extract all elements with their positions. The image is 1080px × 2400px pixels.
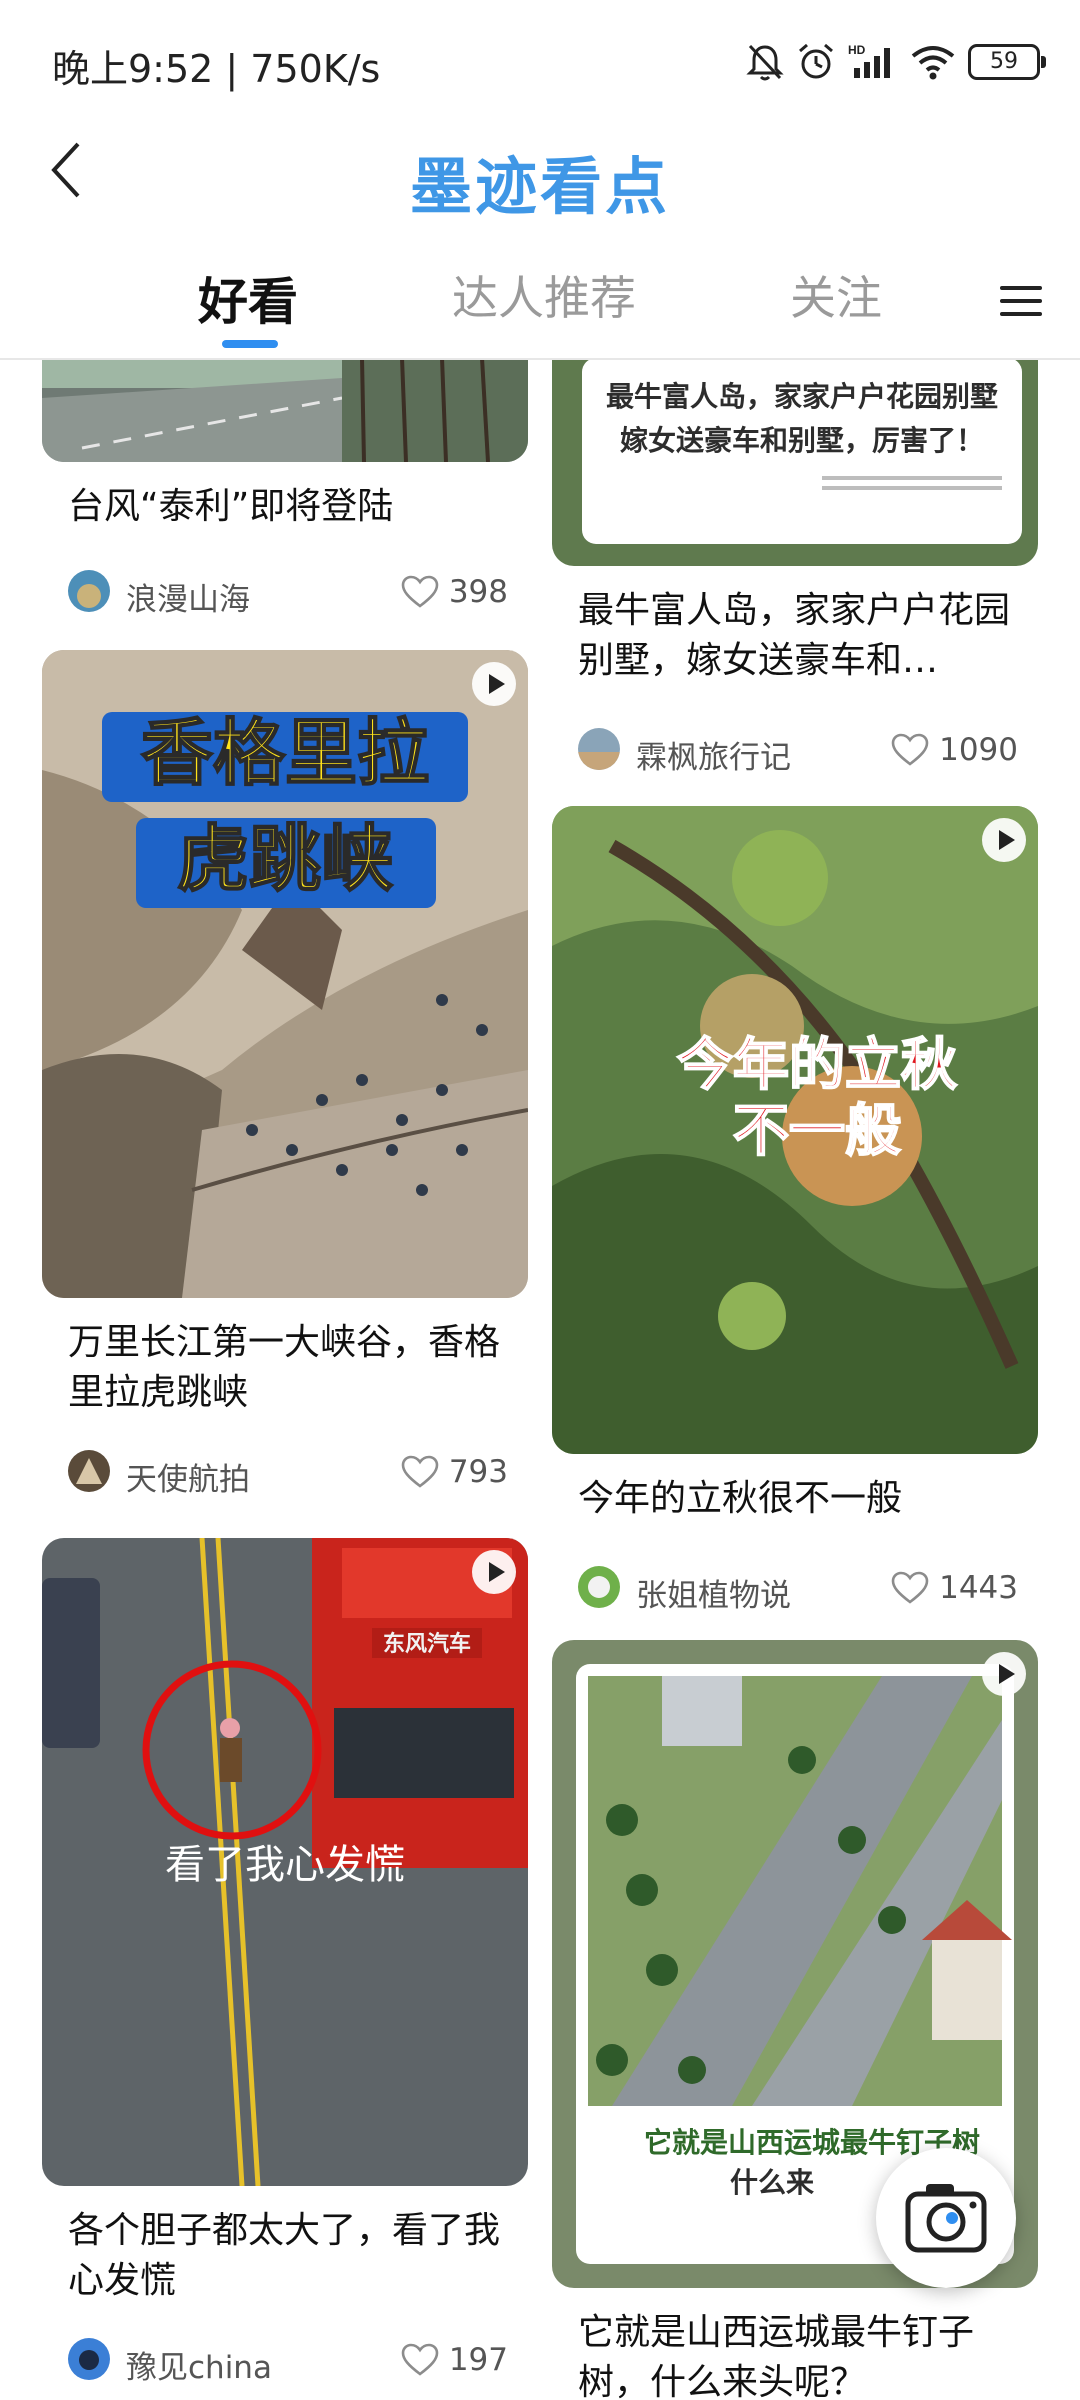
page-title: 墨迹看点 xyxy=(409,150,670,223)
feed-card[interactable]: 最牛富人岛，家家户户花园别墅 嫁女送豪车和别墅，厉害了！ 最牛富人岛，家家户户花… xyxy=(552,360,1038,780)
play-icon xyxy=(982,818,1026,862)
avatar xyxy=(68,2338,110,2380)
card-image: 香格里拉 虎跳峡 xyxy=(42,650,528,1298)
heart-icon xyxy=(401,2343,439,2376)
tab-haokan[interactable]: 好看 xyxy=(198,262,298,334)
status-time: 晚上9:52 | 750K/s xyxy=(52,47,381,91)
like-count[interactable]: 398 xyxy=(401,574,508,610)
camera-button[interactable] xyxy=(876,2148,1016,2288)
play-icon xyxy=(472,662,516,706)
tab-daren[interactable]: 达人推荐 xyxy=(452,262,636,328)
overlay-text: 不一般 xyxy=(733,1099,901,1164)
like-count[interactable]: 197 xyxy=(401,2342,508,2378)
card-title: 它就是山西运城最牛钉子树，什么来头呢？ xyxy=(578,2312,975,2400)
avatar xyxy=(578,1566,620,1608)
feed: 台风“泰利”即将登陆 浪漫山海 398 香格里拉 虎跳峡 万里长江第一大峡谷，香… xyxy=(0,360,1080,2400)
overlay-text: 香格里拉 xyxy=(141,711,429,795)
feed-card[interactable]: 今年的立秋 不一般 今年的立秋很不一般 张姐植物说 1443 xyxy=(552,806,1038,1626)
active-tab-indicator xyxy=(222,340,278,348)
heart-icon xyxy=(401,1455,439,1488)
card-title: 各个胆子都太大了，看了我心发慌 xyxy=(68,2210,501,2301)
wifi-icon xyxy=(911,46,955,80)
truck-text: 东风汽车 xyxy=(383,1631,471,1657)
avatar xyxy=(578,728,620,770)
author-name: 天使航拍 xyxy=(126,1462,250,1498)
heart-icon xyxy=(401,575,439,608)
card-meta: 张姐植物说 1443 xyxy=(578,1564,1018,1614)
heart-icon xyxy=(891,733,929,766)
status-bar: 晚上9:52 | 750K/s HD 59 xyxy=(0,0,1080,118)
heart-icon xyxy=(891,1571,929,1604)
status-icons: HD 59 xyxy=(746,38,1046,86)
card-meta: 霖枫旅行记 1090 xyxy=(578,726,1018,776)
card-meta: 天使航拍 793 xyxy=(68,1448,508,1498)
play-icon xyxy=(982,1652,1026,1696)
tab-bar: 好看 达人推荐 关注 xyxy=(0,240,1080,360)
card-title: 台风“泰利”即将登陆 xyxy=(68,486,394,527)
like-count-value: 398 xyxy=(448,574,508,610)
card-meta: 浪漫山海 398 xyxy=(68,568,508,618)
like-count-value: 793 xyxy=(448,1454,508,1490)
author-name: 浪漫山海 xyxy=(126,582,250,618)
like-count[interactable]: 1443 xyxy=(891,1570,1018,1606)
card-image: 最牛富人岛，家家户户花园别墅 嫁女送豪车和别墅，厉害了！ xyxy=(552,360,1038,566)
tab-guanzhu[interactable]: 关注 xyxy=(790,262,882,328)
overlay-text: 虎跳峡 xyxy=(177,817,393,901)
card-image: 东风汽车 看了我心发慌 xyxy=(42,1538,528,2186)
card-image: 今年的立秋 不一般 xyxy=(552,806,1038,1454)
overlay-text: 今年的立秋 xyxy=(677,1033,957,1098)
card-image xyxy=(42,360,528,462)
feed-card[interactable]: 香格里拉 虎跳峡 万里长江第一大峡谷，香格里拉虎跳峡 天使航拍 793 xyxy=(42,650,528,1498)
like-count[interactable]: 793 xyxy=(401,1454,508,1490)
like-count-value: 1443 xyxy=(939,1570,1018,1606)
signal-icon: HD xyxy=(848,43,890,78)
avatar xyxy=(68,1450,110,1492)
card-title: 今年的立秋很不一般 xyxy=(578,1478,903,1519)
card-title: 最牛富人岛，家家户户花园别墅，嫁女送豪车和… xyxy=(578,590,1011,681)
author-name: 张姐植物说 xyxy=(636,1578,791,1614)
like-count-value: 1090 xyxy=(939,732,1018,768)
card-title: 万里长江第一大峡谷，香格里拉虎跳峡 xyxy=(68,1322,501,1413)
mute-icon xyxy=(746,44,784,81)
author-name: 豫见china xyxy=(126,2350,272,2386)
alarm-icon xyxy=(799,43,833,79)
overlay-text: 看了我心发慌 xyxy=(165,1842,405,1888)
play-icon xyxy=(472,1550,516,1594)
like-count-value: 197 xyxy=(448,2342,508,2378)
author-name: 霖枫旅行记 xyxy=(636,740,791,776)
hamburger-icon[interactable] xyxy=(998,282,1044,320)
app-header: 墨迹看点 xyxy=(0,118,1080,228)
camera-icon xyxy=(905,2184,987,2253)
image-text: 最牛富人岛，家家户户花园别墅 xyxy=(606,380,998,413)
image-text: 什么来 xyxy=(730,2166,814,2199)
like-count[interactable]: 1090 xyxy=(891,732,1018,768)
card-meta: 豫见china 197 xyxy=(68,2336,508,2386)
feed-card[interactable]: 东风汽车 看了我心发慌 各个胆子都太大了，看了我心发慌 豫见china 197 xyxy=(42,1538,528,2400)
avatar xyxy=(68,570,110,612)
feed-card[interactable]: 台风“泰利”即将登陆 浪漫山海 398 xyxy=(42,360,528,630)
image-text: 嫁女送豪车和别墅，厉害了！ xyxy=(620,424,984,457)
battery-icon: 59 xyxy=(968,44,1046,80)
svg-text:HD: HD xyxy=(848,43,866,57)
